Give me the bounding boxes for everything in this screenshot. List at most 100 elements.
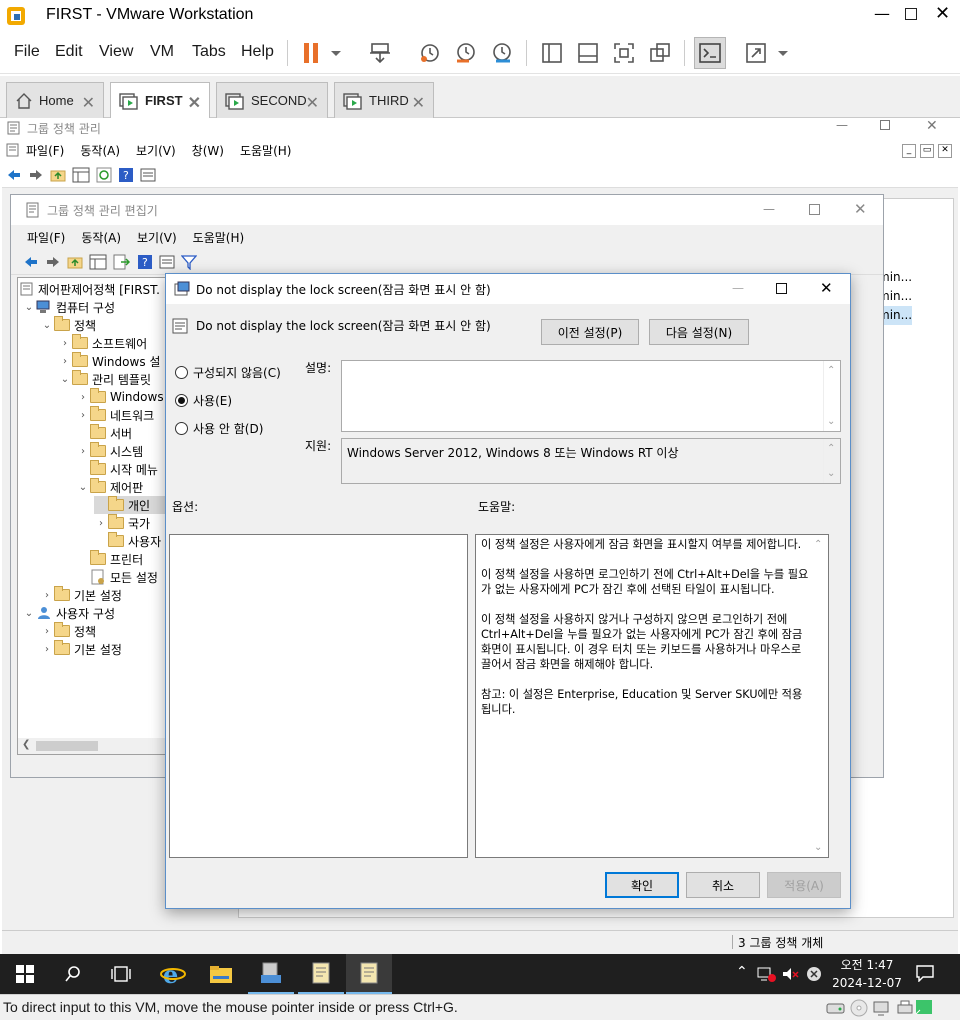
- tree-control-panel[interactable]: ⌄ 제어판: [76, 478, 143, 496]
- help-icon[interactable]: ?: [137, 254, 153, 270]
- gpedit-menu-help[interactable]: 도움말(H): [193, 229, 245, 246]
- scroll-up-icon[interactable]: ⌃: [814, 539, 822, 550]
- cancel-button[interactable]: 취소: [686, 872, 760, 898]
- minimize-icon[interactable]: —: [874, 4, 890, 23]
- close-icon[interactable]: ✕: [306, 93, 319, 113]
- snapshot-manager-icon[interactable]: [490, 41, 514, 65]
- scroll-down-icon[interactable]: ⌄: [814, 842, 822, 853]
- menu-help[interactable]: Help: [241, 43, 274, 61]
- pause-icon[interactable]: [302, 42, 342, 64]
- console-view-icon[interactable]: [694, 37, 726, 69]
- message-log-icon[interactable]: [914, 998, 936, 1018]
- tree-region[interactable]: › 국가: [94, 514, 150, 532]
- gpedit-menu-view[interactable]: 보기(V): [137, 229, 177, 246]
- tree-computer-config[interactable]: ⌄ 컴퓨터 구성: [22, 298, 115, 316]
- refresh-icon[interactable]: [96, 167, 112, 183]
- up-folder-icon[interactable]: [67, 254, 83, 270]
- thumbnail-bar-icon[interactable]: [576, 41, 600, 65]
- tree-root[interactable]: 제어판제어정책 [FIRST.: [20, 280, 160, 298]
- radio-not-configured[interactable]: 구성되지 않음(C): [175, 364, 281, 381]
- show-tree-icon[interactable]: [89, 254, 107, 270]
- close-icon[interactable]: ✕: [854, 200, 867, 218]
- search-icon[interactable]: [50, 954, 96, 994]
- forward-icon[interactable]: [28, 167, 44, 183]
- gpedit-menu-file[interactable]: 파일(F): [27, 229, 65, 246]
- tree-network[interactable]: › 네트워크: [76, 406, 154, 424]
- tree-printers[interactable]: 프린터: [76, 550, 143, 568]
- scroll-up-icon[interactable]: ⌃: [827, 365, 835, 376]
- network-adapter-icon[interactable]: [872, 999, 892, 1017]
- gpedit-menu-action[interactable]: 동작(A): [81, 229, 121, 246]
- restore-icon[interactable]: [880, 120, 890, 130]
- show-tree-icon[interactable]: [72, 167, 90, 183]
- tree-user-preferences[interactable]: › 기본 설정: [40, 640, 122, 658]
- menu-file[interactable]: File: [14, 43, 40, 61]
- usb-printer-icon[interactable]: [896, 999, 914, 1017]
- tree-software[interactable]: › 소프트웨어: [58, 334, 147, 352]
- tree-windows[interactable]: › Windows: [76, 388, 164, 406]
- gpmc-menu-help[interactable]: 도움말(H): [240, 142, 292, 159]
- tree-personalization[interactable]: 개인: [94, 496, 166, 514]
- close-icon[interactable]: ✕: [412, 93, 425, 113]
- tree-system[interactable]: › 시스템: [76, 442, 143, 460]
- back-icon[interactable]: [23, 254, 39, 270]
- gpmc-menu-file[interactable]: 파일(F): [26, 142, 64, 159]
- gpmc-menu-action[interactable]: 동작(A): [80, 142, 120, 159]
- gpmc-menu-window[interactable]: 창(W): [192, 142, 224, 159]
- scroll-down-icon[interactable]: ⌄: [827, 416, 835, 427]
- gpmc-taskbar-icon[interactable]: [298, 954, 344, 994]
- server-manager-icon[interactable]: [248, 954, 294, 994]
- tree-user-accounts[interactable]: 사용자: [94, 532, 161, 550]
- scroll-down-icon[interactable]: ⌄: [827, 468, 835, 479]
- maximize-icon[interactable]: [776, 283, 787, 294]
- properties-icon[interactable]: [140, 167, 156, 183]
- help-icon[interactable]: ?: [118, 167, 134, 183]
- task-view-icon[interactable]: [98, 954, 144, 994]
- tree-admin-templates[interactable]: ⌄ 관리 템플릿: [58, 370, 151, 388]
- maximize-icon[interactable]: [905, 8, 917, 20]
- comment-textarea[interactable]: ⌃ ⌄: [341, 360, 841, 432]
- tree-server[interactable]: 서버: [76, 424, 132, 442]
- ie-icon[interactable]: e: [150, 954, 196, 994]
- tab-third[interactable]: THIRD ✕: [334, 82, 434, 118]
- unity-icon[interactable]: [648, 41, 672, 65]
- tree-user-policies[interactable]: › 정책: [40, 622, 96, 640]
- clock[interactable]: 오전 1:47 2024-12-07: [830, 956, 904, 992]
- close-icon[interactable]: ✕: [82, 93, 95, 113]
- send-ctrl-alt-del-icon[interactable]: [368, 41, 392, 65]
- cd-dvd-icon[interactable]: [850, 999, 868, 1017]
- close-icon[interactable]: ✕: [188, 93, 201, 113]
- minimize-icon[interactable]: —: [836, 118, 848, 132]
- network-icon[interactable]: [757, 965, 777, 983]
- notification-badge-icon[interactable]: [805, 965, 823, 983]
- close-icon[interactable]: ✕: [926, 118, 938, 134]
- tree-start-menu[interactable]: 시작 메뉴: [76, 460, 158, 478]
- radio-enabled[interactable]: 사용(E): [175, 392, 232, 409]
- tree-windows-settings[interactable]: › Windows 설: [58, 352, 160, 370]
- forward-icon[interactable]: [45, 254, 61, 270]
- tab-first[interactable]: FIRST ✕: [110, 82, 210, 118]
- gpedit-taskbar-icon[interactable]: [346, 954, 392, 994]
- volume-muted-icon[interactable]: [781, 965, 799, 983]
- radio-disabled[interactable]: 사용 안 함(D): [175, 420, 263, 437]
- scroll-left-icon[interactable]: ❮: [22, 739, 30, 750]
- menu-tabs[interactable]: Tabs: [192, 43, 226, 61]
- full-screen-icon[interactable]: [612, 41, 636, 65]
- scroll-up-icon[interactable]: ⌃: [827, 443, 835, 454]
- tree-all-settings[interactable]: 모든 설정: [76, 568, 158, 586]
- close-icon[interactable]: ✕: [820, 279, 833, 297]
- menu-edit[interactable]: Edit: [55, 43, 83, 61]
- tab-home[interactable]: Home ✕: [6, 82, 104, 118]
- tree-policies[interactable]: ⌄ 정책: [40, 316, 96, 334]
- close-icon[interactable]: ✕: [938, 144, 952, 158]
- next-setting-button[interactable]: 다음 설정(N): [649, 319, 749, 345]
- tree-preferences[interactable]: › 기본 설정: [40, 586, 122, 604]
- restore-icon[interactable]: ▭: [920, 144, 934, 158]
- start-button[interactable]: [2, 954, 48, 994]
- up-folder-icon[interactable]: [50, 167, 66, 183]
- tab-second[interactable]: SECOND ✕: [216, 82, 328, 118]
- menu-view[interactable]: View: [99, 43, 133, 61]
- revert-snapshot-icon[interactable]: [454, 41, 478, 65]
- gpmc-menu-view[interactable]: 보기(V): [136, 142, 176, 159]
- show-library-icon[interactable]: [540, 41, 564, 65]
